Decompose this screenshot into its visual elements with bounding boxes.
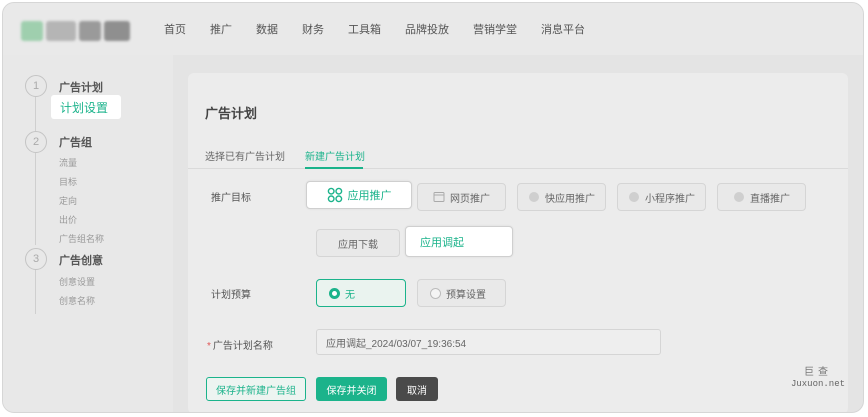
step-connector	[35, 269, 36, 314]
sidebar-group-title[interactable]: 广告组	[59, 134, 92, 150]
page-title: 广告计划	[205, 106, 258, 121]
sidebar-item-targeting[interactable]: 定向	[59, 194, 77, 207]
promo-target-label: 推广目标	[211, 193, 251, 204]
nav-item-finance[interactable]: 财务	[302, 21, 324, 37]
plan-name-input[interactable]: 应用调起_2024/03/07_19:36:54	[316, 329, 661, 355]
budget-option-label: 预算设置	[446, 289, 486, 301]
step-sidebar: 1 广告计划 计划设置 2 广告组 流量 目标 定向 出价 广告组名称 3 广告…	[3, 55, 173, 412]
sidebar-item-creative-settings[interactable]: 创意设置	[59, 275, 95, 288]
mini-program-icon	[628, 191, 640, 203]
promo-option-label: 小程序推广	[645, 193, 695, 205]
active-tab-indicator	[305, 167, 363, 169]
budget-option-set[interactable]: 预算设置	[417, 279, 506, 307]
nav-item-brand[interactable]: 品牌投放	[405, 21, 449, 37]
step-connector	[35, 153, 36, 245]
step-connector	[35, 97, 36, 132]
sidebar-item-traffic[interactable]: 流量	[59, 156, 77, 169]
plan-name-label: * 广告计划名称	[207, 337, 273, 352]
sidebar-item-bid[interactable]: 出价	[59, 213, 77, 226]
radio-unchecked-icon	[430, 287, 441, 299]
nav-item-messages[interactable]: 消息平台	[541, 21, 585, 37]
webpage-icon	[433, 191, 445, 203]
sub-option-app-download[interactable]: 应用下载	[316, 229, 400, 257]
radio-checked-icon	[329, 287, 340, 299]
sidebar-item-group-name[interactable]: 广告组名称	[59, 232, 104, 245]
tab-new-plan[interactable]: 新建广告计划	[305, 148, 365, 163]
blurred-logo	[21, 21, 133, 41]
promo-option-label: 快应用推广	[545, 193, 595, 205]
nav-item-home[interactable]: 首页	[164, 21, 186, 37]
promo-option-live[interactable]: 直播推广	[717, 183, 806, 211]
tabs-divider	[188, 168, 848, 169]
promo-option-quick-app[interactable]: 快应用推广	[517, 183, 606, 211]
plan-form-card: 广告计划 选择已有广告计划 新建广告计划 推广目标 应用推广 网页推广 快应用推…	[188, 73, 848, 412]
nav-item-academy[interactable]: 营销学堂	[473, 21, 517, 37]
nav-item-toolbox[interactable]: 工具箱	[348, 21, 381, 37]
corner-url-text: Juxuon.net	[790, 379, 845, 390]
app-window: 首页 推广 数据 财务 工具箱 品牌投放 营销学堂 消息平台 1 广告计划 计划…	[2, 2, 864, 413]
nav-item-data[interactable]: 数据	[256, 21, 278, 37]
budget-option-label: 无	[345, 289, 355, 301]
live-icon	[733, 191, 745, 203]
app-grid-icon	[327, 187, 343, 203]
plan-name-label-text: 广告计划名称	[212, 341, 273, 352]
sidebar-plan-title[interactable]: 广告计划	[59, 79, 103, 95]
budget-label: 计划预算	[211, 290, 251, 301]
promo-option-label: 直播推广	[750, 193, 790, 205]
save-and-close-button[interactable]: 保存并关闭	[316, 377, 387, 401]
step-number-2: 2	[25, 131, 47, 153]
step-number-1: 1	[25, 75, 47, 97]
promo-option-webpage[interactable]: 网页推广	[417, 183, 506, 211]
top-navbar: 首页 推广 数据 财务 工具箱 品牌投放 营销学堂 消息平台	[3, 3, 863, 55]
promo-option-label: 应用推广	[347, 190, 392, 202]
promo-option-mini-program[interactable]: 小程序推广	[617, 183, 706, 211]
cancel-button[interactable]: 取消	[396, 377, 438, 401]
nav-item-promotion[interactable]: 推广	[210, 21, 232, 37]
budget-option-none[interactable]: 无	[316, 279, 406, 307]
sidebar-creative-title[interactable]: 广告创意	[59, 252, 103, 268]
quick-app-icon	[528, 191, 540, 203]
sidebar-item-target[interactable]: 目标	[59, 175, 77, 188]
tab-select-existing-plan[interactable]: 选择已有广告计划	[205, 148, 285, 163]
sidebar-item-creative-name[interactable]: 创意名称	[59, 294, 95, 307]
save-and-new-group-button[interactable]: 保存并新建广告组	[206, 377, 306, 401]
promo-option-label: 网页推广	[450, 193, 490, 205]
corner-brand-text: 巨查	[803, 367, 832, 379]
sidebar-item-plan-settings[interactable]: 计划设置	[51, 95, 121, 119]
sub-option-app-invoke[interactable]: 应用调起	[405, 226, 513, 257]
promo-option-app[interactable]: 应用推广	[306, 181, 412, 209]
corner-watermark-logo: 巨查 Juxuon.net	[791, 367, 845, 390]
main-nav: 首页 推广 数据 财务 工具箱 品牌投放 营销学堂 消息平台	[164, 3, 609, 55]
step-number-3: 3	[25, 248, 47, 270]
required-marker: *	[207, 341, 211, 352]
